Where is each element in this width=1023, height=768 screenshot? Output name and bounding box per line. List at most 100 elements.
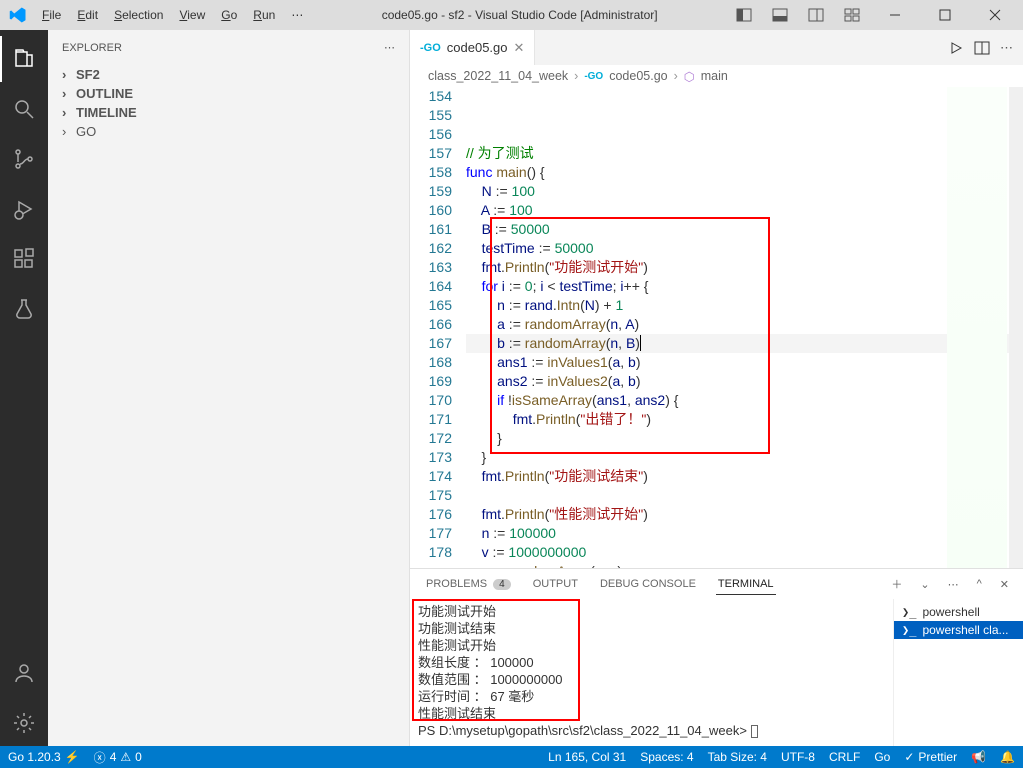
code-line[interactable]: n := 100000 — [466, 524, 1023, 543]
tab-problems[interactable]: PROBLEMS4 — [424, 574, 513, 594]
code-line[interactable]: // 为了测试 — [466, 144, 1023, 163]
run-icon[interactable] — [948, 40, 964, 56]
terminal-shell-item[interactable]: ❯_powershell — [894, 603, 1023, 621]
extensions-icon[interactable] — [0, 236, 48, 282]
sidebar-item-go[interactable]: ›GO — [52, 122, 405, 141]
bell-icon[interactable]: 🔔 — [1000, 750, 1015, 764]
menu-go[interactable]: Go — [214, 4, 244, 26]
layout-panel-icon[interactable] — [729, 1, 759, 29]
status-go-version[interactable]: Go 1.20.3 ⚡ — [8, 750, 80, 764]
testing-icon[interactable] — [0, 286, 48, 332]
vscode-icon — [0, 6, 35, 24]
code-editor[interactable]: 1541551561571581591601611621631641651661… — [410, 87, 1023, 568]
sidebar-item-timeline[interactable]: ›TIMELINE — [52, 103, 405, 122]
status-language[interactable]: Go — [874, 750, 890, 764]
code-line[interactable]: n := rand.Intn(N) + 1 — [466, 296, 1023, 315]
status-ln-col[interactable]: Ln 165, Col 31 — [548, 750, 626, 764]
more-actions-icon[interactable]: ⋯ — [1000, 40, 1013, 56]
explorer-icon[interactable] — [0, 36, 48, 82]
sidebar-item-label: TIMELINE — [76, 105, 137, 120]
code-line[interactable]: for i := 0; i < testTime; i++ { — [466, 277, 1023, 296]
status-spaces[interactable]: Spaces: 4 — [640, 750, 693, 764]
editor-tabbar: -GO code05.go ✕ ⋯ — [410, 30, 1023, 65]
code-line[interactable]: ans2 := inValues2(a, b) — [466, 372, 1023, 391]
code-line[interactable]: fmt.Println("性能测试开始") — [466, 505, 1023, 524]
breadcrumb-symbol[interactable]: main — [701, 69, 728, 83]
more-icon[interactable]: ⋯ — [384, 41, 395, 54]
terminal-line: 数值范围 ： 1000000000 — [418, 671, 885, 688]
problems-badge: 4 — [493, 579, 511, 590]
close-panel-icon[interactable]: ✕ — [1000, 578, 1009, 591]
source-control-icon[interactable] — [0, 136, 48, 182]
menu-edit[interactable]: Edit — [70, 4, 105, 26]
layout-sidebar-icon[interactable] — [765, 1, 795, 29]
debug-icon[interactable] — [0, 186, 48, 232]
code-line[interactable]: a := randomArray(n, v) — [466, 562, 1023, 568]
code-line[interactable] — [466, 125, 1023, 144]
code-line[interactable]: a := randomArray(n, A) — [466, 315, 1023, 334]
code-line[interactable]: b := randomArray(n, B) — [466, 334, 1023, 353]
menu-…[interactable]: ⋯ — [284, 4, 310, 26]
breadcrumbs[interactable]: class_2022_11_04_week › -GO code05.go › … — [410, 65, 1023, 87]
status-problems[interactable]: ⓧ4 ⚠0 — [94, 749, 142, 766]
status-prettier[interactable]: ✓ Prettier — [904, 750, 957, 764]
code-line[interactable]: } — [466, 448, 1023, 467]
sidebar-item-outline[interactable]: ›OUTLINE — [52, 84, 405, 103]
tab-output[interactable]: OUTPUT — [531, 574, 580, 594]
breadcrumb-file[interactable]: code05.go — [609, 69, 667, 83]
code-line[interactable] — [466, 486, 1023, 505]
menu-selection[interactable]: Selection — [107, 4, 170, 26]
layout-right-icon[interactable] — [801, 1, 831, 29]
maximize-button[interactable] — [923, 1, 967, 29]
statusbar: Go 1.20.3 ⚡ ⓧ4 ⚠0 Ln 165, Col 31 Spaces:… — [0, 746, 1023, 768]
menu-view[interactable]: View — [172, 4, 212, 26]
status-tabsize[interactable]: Tab Size: 4 — [708, 750, 767, 764]
code-line[interactable]: N := 100 — [466, 182, 1023, 201]
split-editor-icon[interactable] — [974, 40, 990, 56]
breadcrumb-folder[interactable]: class_2022_11_04_week — [428, 69, 568, 83]
vertical-scrollbar[interactable] — [1009, 87, 1023, 568]
code-line[interactable]: B := 50000 — [466, 220, 1023, 239]
search-icon[interactable] — [0, 86, 48, 132]
more-icon[interactable]: ⋯ — [948, 578, 959, 591]
code-line[interactable]: } — [466, 429, 1023, 448]
status-encoding[interactable]: UTF-8 — [781, 750, 815, 764]
menu-file[interactable]: File — [35, 4, 68, 26]
terminal-shell-item[interactable]: ❯_powershell cla... — [894, 621, 1023, 639]
warning-icon: ⚠ — [120, 750, 131, 764]
code-line[interactable]: v := 1000000000 — [466, 543, 1023, 562]
sidebar-item-sf2[interactable]: ›SF2 — [52, 65, 405, 84]
code-line[interactable]: testTime := 50000 — [466, 239, 1023, 258]
settings-gear-icon[interactable] — [0, 700, 48, 746]
feedback-icon[interactable]: 📢 — [971, 750, 986, 764]
close-button[interactable] — [973, 1, 1017, 29]
terminal-list: ❯_powershell❯_powershell cla... — [893, 599, 1023, 746]
new-terminal-icon[interactable]: ＋ — [891, 576, 902, 592]
close-tab-icon[interactable]: ✕ — [514, 40, 525, 56]
terminal-icon: ❯_ — [902, 605, 916, 619]
terminal-line: 数组长度 ： 100000 — [418, 654, 885, 671]
editor-tab[interactable]: -GO code05.go ✕ — [410, 30, 535, 65]
tab-debug-console[interactable]: DEBUG CONSOLE — [598, 574, 698, 594]
explorer-tree: ›SF2›OUTLINE›TIMELINE›GO — [48, 65, 409, 141]
account-icon[interactable] — [0, 650, 48, 696]
shell-name: powershell cla... — [922, 623, 1008, 637]
customize-layout-icon[interactable] — [837, 1, 867, 29]
tab-terminal[interactable]: TERMINAL — [716, 574, 776, 595]
code-line[interactable]: A := 100 — [466, 201, 1023, 220]
minimize-button[interactable] — [873, 1, 917, 29]
minimap[interactable] — [947, 87, 1007, 568]
code-line[interactable]: fmt.Println("功能测试结束") — [466, 467, 1023, 486]
terminal-line: PS D:\mysetup\gopath\src\sf2\class_2022_… — [418, 722, 885, 739]
status-eol[interactable]: CRLF — [829, 750, 860, 764]
code-line[interactable]: if !isSameArray(ans1, ans2) { — [466, 391, 1023, 410]
code-content[interactable]: // 为了测试func main() { N := 100 A := 100 B… — [466, 87, 1023, 568]
terminal-dropdown-icon[interactable]: ⌄ — [920, 578, 929, 591]
code-line[interactable]: fmt.Println("功能测试开始") — [466, 258, 1023, 277]
menu-run[interactable]: Run — [246, 4, 282, 26]
code-line[interactable]: func main() { — [466, 163, 1023, 182]
code-line[interactable]: fmt.Println("出错了！") — [466, 410, 1023, 429]
maximize-panel-icon[interactable]: ^ — [977, 578, 982, 590]
terminal-content[interactable]: 功能测试开始功能测试结束性能测试开始数组长度 ： 100000数值范围 ： 10… — [410, 599, 893, 746]
code-line[interactable]: ans1 := inValues1(a, b) — [466, 353, 1023, 372]
